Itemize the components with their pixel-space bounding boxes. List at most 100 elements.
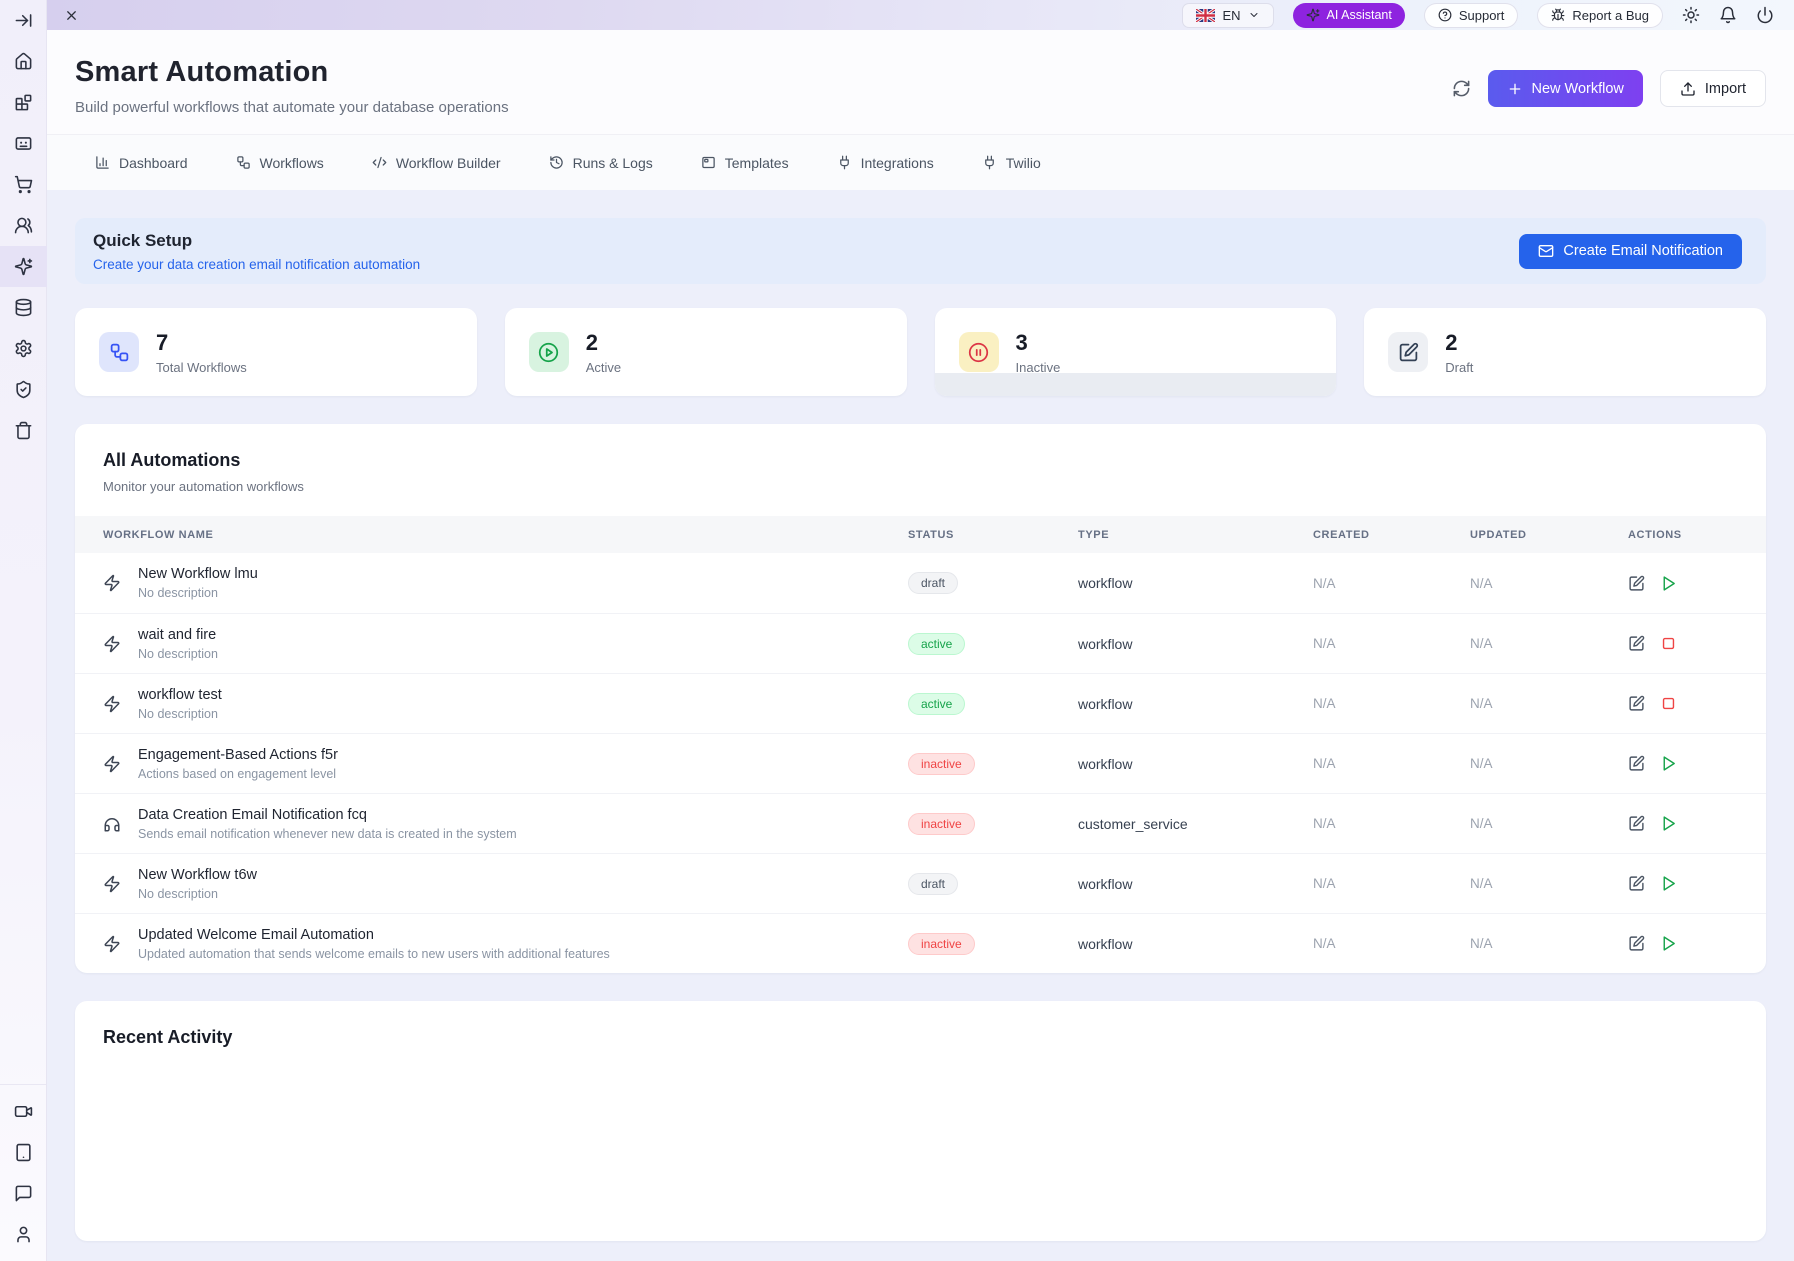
sidebar-item-automation[interactable] <box>0 246 47 287</box>
ai-assistant-button[interactable]: AI Assistant <box>1293 3 1405 28</box>
run-button[interactable] <box>1660 875 1677 892</box>
automations-subtitle: Monitor your automation workflows <box>75 479 1766 494</box>
plug-icon <box>982 155 997 170</box>
new-workflow-button[interactable]: New Workflow <box>1488 70 1643 107</box>
pause-circle-icon <box>968 342 989 363</box>
workflow-name-cell: New Workflow lmuNo description <box>103 566 908 600</box>
status-cell: active <box>908 693 1078 715</box>
workflow-description: No description <box>138 887 257 901</box>
sidebar-item-home[interactable] <box>0 41 47 82</box>
workflow-name-cell: New Workflow t6wNo description <box>103 867 908 901</box>
tab-dashboard[interactable]: Dashboard <box>95 155 188 171</box>
history-icon <box>549 155 564 170</box>
import-button[interactable]: Import <box>1660 70 1766 107</box>
sidebar-item-chat[interactable] <box>0 1173 47 1214</box>
sun-icon[interactable] <box>1682 6 1700 24</box>
stat-card-draft: 2Draft <box>1364 308 1766 396</box>
plus-icon <box>1507 81 1523 97</box>
table-row[interactable]: New Workflow t6wNo descriptiondraftworkf… <box>75 853 1766 913</box>
stat-label: Draft <box>1445 360 1473 375</box>
stat-card-footer-strip <box>935 373 1337 396</box>
workflow-icon <box>236 155 251 170</box>
actions-cell <box>1628 575 1738 592</box>
tab-integrations[interactable]: Integrations <box>837 155 934 171</box>
sidebar-item-settings[interactable] <box>0 328 47 369</box>
close-icon[interactable] <box>64 8 79 23</box>
table-row[interactable]: Data Creation Email Notification fcqSend… <box>75 793 1766 853</box>
sidebar-item-store[interactable] <box>0 164 47 205</box>
tab-workflows[interactable]: Workflows <box>236 155 324 171</box>
sidebar-item-account[interactable] <box>0 1214 47 1255</box>
tab-templates[interactable]: Templates <box>701 155 789 171</box>
actions-cell <box>1628 875 1738 892</box>
tab-runs-logs[interactable]: Runs & Logs <box>549 155 653 171</box>
zap-icon <box>103 635 121 653</box>
sidebar-item-devices[interactable] <box>0 1132 47 1173</box>
created-cell: N/A <box>1313 576 1470 591</box>
table-row[interactable]: Updated Welcome Email AutomationUpdated … <box>75 913 1766 973</box>
quick-setup-banner: Quick Setup Create your data creation em… <box>75 218 1766 284</box>
table-row[interactable]: New Workflow lmuNo descriptiondraftworkf… <box>75 553 1766 613</box>
create-email-notification-button[interactable]: Create Email Notification <box>1519 234 1742 269</box>
quick-setup-link[interactable]: Create your data creation email notifica… <box>93 257 420 272</box>
type-cell: workflow <box>1078 756 1313 772</box>
edit-button[interactable] <box>1628 815 1645 832</box>
language-select[interactable]: EN <box>1182 3 1273 28</box>
uk-flag-icon <box>1196 9 1215 22</box>
recent-activity-card: Recent Activity <box>75 1001 1766 1241</box>
created-cell: N/A <box>1313 636 1470 651</box>
workflow-name-cell: Data Creation Email Notification fcqSend… <box>103 807 908 841</box>
headphones-icon <box>103 815 121 833</box>
table-row[interactable]: Engagement-Based Actions f5rActions base… <box>75 733 1766 793</box>
trash-icon <box>14 421 33 440</box>
edit-button[interactable] <box>1628 755 1645 772</box>
tab-label: Workflows <box>260 155 324 171</box>
created-cell: N/A <box>1313 876 1470 891</box>
stop-button[interactable] <box>1660 635 1677 652</box>
message-square-icon <box>14 1184 33 1203</box>
new-workflow-label: New Workflow <box>1532 81 1624 97</box>
edit-button[interactable] <box>1628 635 1645 652</box>
plug-icon <box>837 155 852 170</box>
create-email-notification-label: Create Email Notification <box>1563 243 1723 259</box>
sidebar-item-collapse[interactable] <box>0 0 47 41</box>
sidebar-item-database[interactable] <box>0 287 47 328</box>
status-badge: draft <box>908 572 958 594</box>
run-button[interactable] <box>1660 935 1677 952</box>
sidebar-item-apps[interactable] <box>0 82 47 123</box>
edit-button[interactable] <box>1628 875 1645 892</box>
table-row[interactable]: workflow testNo descriptionactiveworkflo… <box>75 673 1766 733</box>
sidebar-item-users[interactable] <box>0 205 47 246</box>
tab-workflow-builder[interactable]: Workflow Builder <box>372 155 501 171</box>
stop-button[interactable] <box>1660 695 1677 712</box>
workflow-name: Updated Welcome Email Automation <box>138 927 610 943</box>
workflow-text: workflow testNo description <box>138 687 222 721</box>
sidebar-item-trash[interactable] <box>0 410 47 451</box>
sidebar-item-media[interactable] <box>0 123 47 164</box>
stat-text: 3Inactive <box>1016 330 1061 375</box>
stats-row: 7Total Workflows2Active3Inactive2Draft <box>75 308 1766 396</box>
power-icon[interactable] <box>1756 6 1774 24</box>
automations-title: All Automations <box>75 450 1766 471</box>
actions-cell <box>1628 935 1738 952</box>
bell-icon[interactable] <box>1719 6 1737 24</box>
edit-button[interactable] <box>1628 935 1645 952</box>
table-row[interactable]: wait and fireNo descriptionactiveworkflo… <box>75 613 1766 673</box>
workflow-text: wait and fireNo description <box>138 627 218 661</box>
edit-button[interactable] <box>1628 575 1645 592</box>
refresh-icon[interactable] <box>1452 79 1471 98</box>
run-button[interactable] <box>1660 575 1677 592</box>
run-button[interactable] <box>1660 755 1677 772</box>
zap-icon <box>103 755 121 773</box>
status-badge: inactive <box>908 933 975 955</box>
stat-label: Active <box>586 360 621 375</box>
bug-icon <box>1551 8 1565 22</box>
support-button[interactable]: Support <box>1424 3 1519 28</box>
edit-button[interactable] <box>1628 695 1645 712</box>
tab-twilio[interactable]: Twilio <box>982 155 1041 171</box>
report-bug-button[interactable]: Report a Bug <box>1537 3 1663 28</box>
sidebar-item-video[interactable] <box>0 1091 47 1132</box>
workflow-name-cell: Updated Welcome Email AutomationUpdated … <box>103 927 908 961</box>
sidebar-item-security[interactable] <box>0 369 47 410</box>
run-button[interactable] <box>1660 815 1677 832</box>
